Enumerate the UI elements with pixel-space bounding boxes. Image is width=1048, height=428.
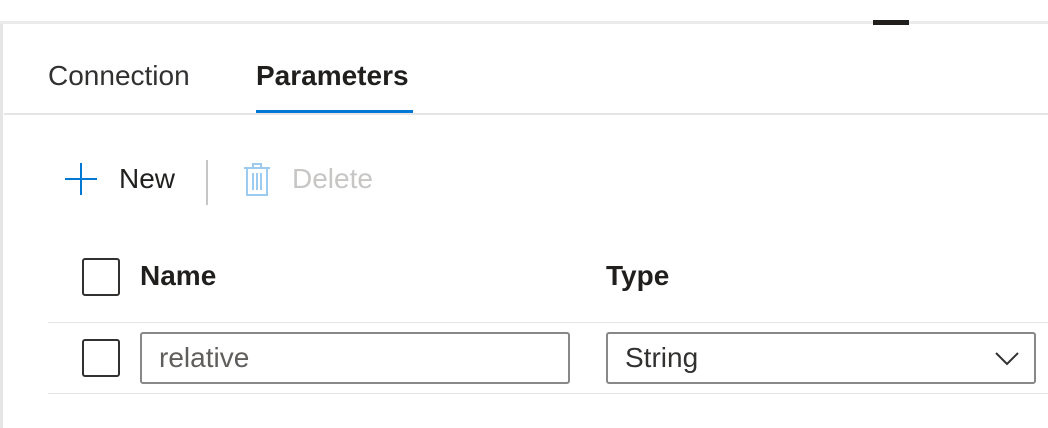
select-all-checkbox[interactable] [82,258,120,296]
toolbar-separator [206,160,208,205]
column-header-type: Type [606,260,670,291]
top-indicator [873,20,909,25]
tab-connection[interactable]: Connection [48,56,190,96]
tabs-divider [4,113,1048,115]
panel-left-border [0,0,3,428]
delete-button-label: Delete [292,163,373,194]
parameter-type-value: String [625,342,699,373]
column-header-name: Name [140,260,217,291]
table-row: String [48,323,1048,393]
parameters-panel: Connection Parameters New Delete Name Ty… [0,0,1048,428]
parameter-type-dropdown[interactable]: String [606,332,1036,384]
tab-parameters[interactable]: Parameters [256,56,409,96]
table-header: Name Type [48,254,1048,300]
new-button-label: New [119,163,176,194]
delete-button[interactable]: Delete [242,159,373,199]
trash-icon [244,163,270,196]
parameter-name-input[interactable] [140,332,570,384]
plus-icon [64,162,98,196]
new-button[interactable]: New [64,159,175,199]
row-checkbox[interactable] [82,339,120,377]
row-divider [48,393,1048,394]
chevron-down-icon [995,352,1019,366]
